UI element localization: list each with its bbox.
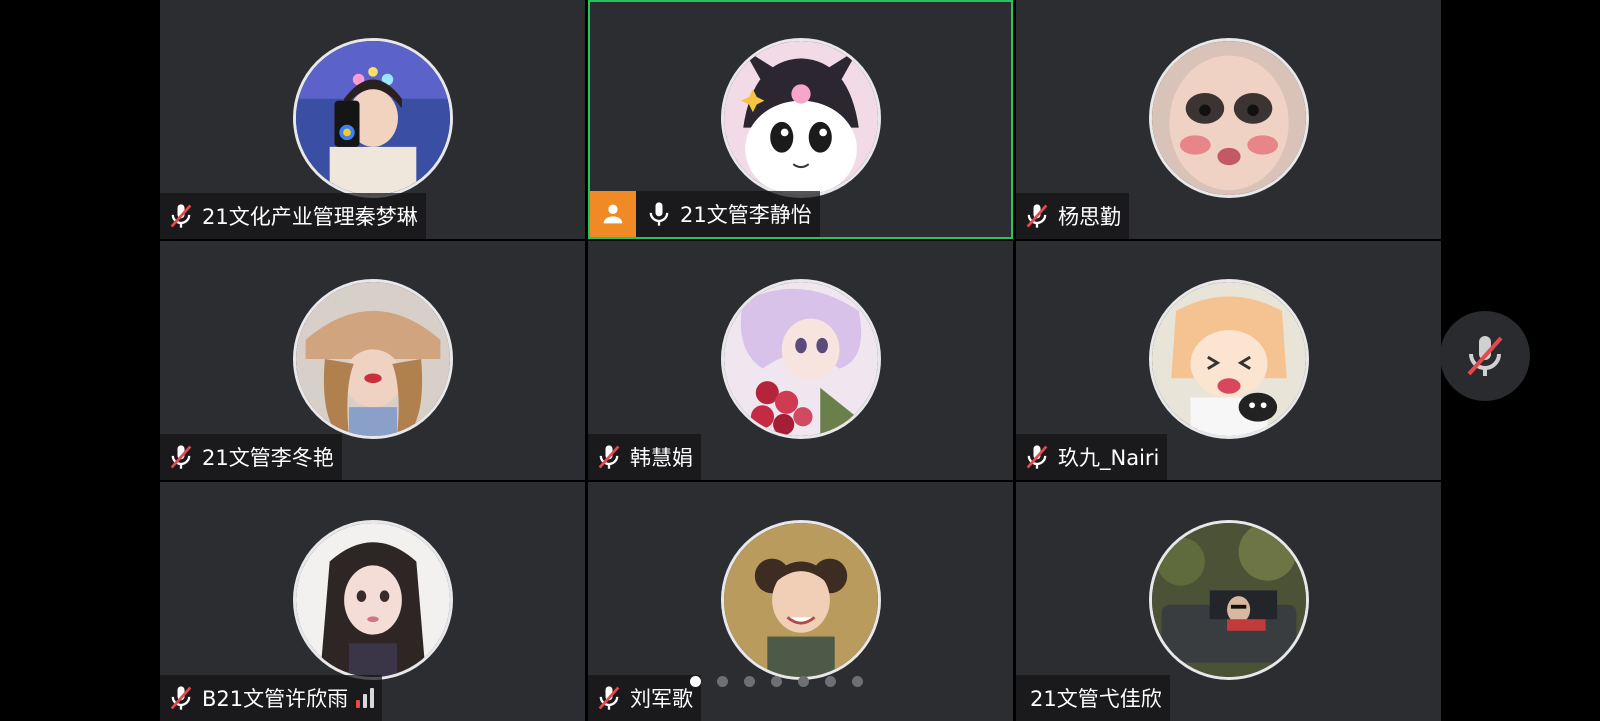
mic-muted-icon [1022,442,1052,472]
participant-avatar [720,38,881,198]
participant-avatar [720,279,881,439]
participant-avatar [292,520,453,680]
participant-avatar [1148,38,1309,198]
participant-name-tag: 21文化产业管理秦梦琳 [160,193,426,239]
participant-name-tag: 21文管弋佳欣 [1016,675,1170,721]
mic-on-icon [644,199,674,229]
avatar-photo-smiling-girl [723,523,878,677]
participant-name-tag: 韩慧娟 [588,434,701,480]
participant-name-tag: 21文管李静怡 [590,191,820,237]
participant-avatar [720,520,881,680]
page-dot[interactable] [771,676,782,687]
page-dot[interactable] [825,676,836,687]
participant-tile[interactable]: 玖九_Nairi [1016,241,1441,480]
mic-muted-icon [1467,336,1503,376]
mic-muted-icon [166,201,196,231]
avatar-anime-flowers [723,282,878,436]
page-dot[interactable] [798,676,809,687]
mic-muted-icon [166,442,196,472]
page-dot-active[interactable] [690,676,701,687]
participant-name: 韩慧娟 [630,446,693,470]
participant-name-tag: 21文管李冬艳 [160,434,342,480]
mic-muted-icon [594,442,624,472]
floating-mute-button[interactable] [1440,311,1530,401]
participant-tile[interactable]: 21文化产业管理秦梦琳 [160,0,585,239]
avatar-illustrated-woman [295,523,450,677]
mic-muted-icon [166,683,196,713]
participant-avatar [292,38,453,198]
page-indicator[interactable] [690,676,863,687]
participant-name: 玖九_Nairi [1058,446,1160,470]
participant-name: 21文化产业管理秦梦琳 [202,205,418,229]
network-signal-icon [356,688,375,708]
avatar-photo-car-window [1151,523,1306,677]
participant-tile[interactable]: 21文管弋佳欣 [1016,482,1441,721]
participant-name-tag: 玖九_Nairi [1016,434,1168,480]
participant-avatar [292,279,453,439]
participant-grid: 21文化产业管理秦梦琳 21文管李静怡 杨思勤 21文管李冬艳 韩慧娟 玖九_N… [160,0,1441,721]
mic-muted-icon [1022,201,1052,231]
participant-name: 21文管李静怡 [680,203,812,227]
participant-name: B21文管许欣雨 [202,687,349,711]
avatar-photo-hat-girl [295,282,450,436]
participant-name: 21文管弋佳欣 [1030,687,1162,711]
participant-name-tag: 刘军歌 [588,675,701,721]
avatar-anime-girl-cat [1151,282,1306,436]
avatar-kuromi-illustration [723,41,878,195]
participant-name-tag: B21文管许欣雨 [160,675,383,721]
participant-avatar [1148,279,1309,439]
participant-avatar [1148,520,1309,680]
page-dot[interactable] [852,676,863,687]
host-person-icon [590,191,636,237]
participant-name-tag: 杨思勤 [1016,193,1129,239]
meeting-gallery-view: 21文化产业管理秦梦琳 21文管李静怡 杨思勤 21文管李冬艳 韩慧娟 玖九_N… [0,0,1600,721]
page-dot[interactable] [744,676,755,687]
participant-name: 杨思勤 [1058,205,1121,229]
page-dot[interactable] [717,676,728,687]
avatar-photo-selfie [295,41,450,195]
participant-tile-active[interactable]: 21文管李静怡 [588,0,1013,239]
participant-name: 21文管李冬艳 [202,446,334,470]
mic-muted-icon [594,683,624,713]
avatar-photo-child-face [1151,41,1306,195]
participant-tile[interactable]: 杨思勤 [1016,0,1441,239]
participant-tile[interactable]: 21文管李冬艳 [160,241,585,480]
participant-tile[interactable]: B21文管许欣雨 [160,482,585,721]
participant-tile[interactable]: 韩慧娟 [588,241,1013,480]
participant-name: 刘军歌 [630,687,693,711]
